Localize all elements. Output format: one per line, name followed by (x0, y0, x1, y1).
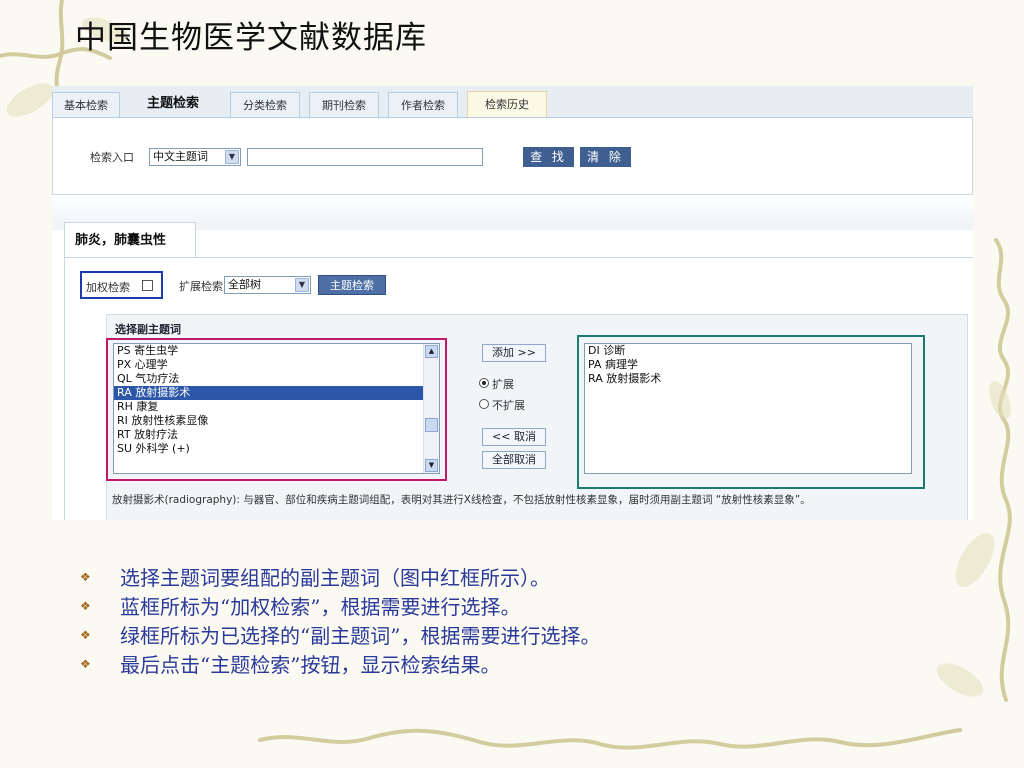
tab-subject-search[interactable]: 主题检索 (134, 91, 212, 117)
diamond-bullet-icon: ❖ (80, 599, 91, 613)
bullet-text: 最后点击“主题检索”按钮，显示检索结果。 (120, 653, 501, 677)
diamond-bullet-icon: ❖ (80, 628, 91, 642)
diamond-bullet-icon: ❖ (80, 657, 91, 671)
tab-basic-search[interactable]: 基本检索 (52, 92, 120, 117)
blue-highlight-frame (80, 271, 163, 299)
expand-radio[interactable] (479, 378, 489, 388)
tab-author-search[interactable]: 作者检索 (388, 92, 458, 117)
subject-search-button[interactable]: 主题检索 (318, 275, 386, 295)
search-input[interactable] (247, 148, 483, 166)
subheading-panel-title: 选择副主题词 (115, 323, 181, 336)
no-expand-radio-label: 不扩展 (492, 399, 525, 412)
cancel-subheading-button[interactable]: << 取消 (482, 428, 546, 446)
chevron-down-icon: ▼ (225, 150, 239, 164)
entry-select-value: 中文主题词 (153, 150, 208, 163)
no-expand-radio[interactable] (479, 399, 489, 409)
selected-term-tab[interactable]: 肺炎，肺囊虫性 (64, 222, 196, 258)
expand-tree-select[interactable]: 全部树 ▼ (224, 276, 311, 294)
red-highlight-frame (106, 338, 447, 481)
subheading-description: 放射摄影术(radiography): 与器官、部位和疾病主题词组配，表明对其进… (112, 494, 811, 506)
chevron-down-icon: ▼ (295, 278, 309, 292)
diamond-bullet-icon: ❖ (80, 570, 91, 584)
slide-title: 中国生物医学文献数据库 (75, 20, 427, 56)
tab-classification-search[interactable]: 分类检索 (230, 92, 300, 117)
expand-search-label: 扩展检索 (179, 280, 223, 293)
database-screenshot: 基本检索 主题检索 分类检索 期刊检索 作者检索 检索历史 检索入口 中文主题词… (52, 86, 973, 520)
green-highlight-frame (577, 335, 925, 489)
expand-radio-label: 扩展 (492, 378, 514, 391)
cancel-all-button[interactable]: 全部取消 (482, 451, 546, 469)
search-tabs: 基本检索 主题检索 分类检索 期刊检索 作者检索 检索历史 (52, 86, 973, 118)
expand-tree-value: 全部树 (228, 278, 261, 291)
find-button[interactable]: 查 找 (523, 147, 574, 167)
bullet-text: 绿框所标为已选择的“副主题词”，根据需要进行选择。 (120, 624, 601, 648)
bullet-text: 蓝框所标为“加权检索”，根据需要进行选择。 (120, 595, 521, 619)
entry-select[interactable]: 中文主题词 ▼ (149, 148, 241, 166)
search-entry-area: 检索入口 中文主题词 ▼ 查 找 清 除 (52, 118, 973, 195)
tab-search-history[interactable]: 检索历史 (467, 91, 547, 117)
tab-journal-search[interactable]: 期刊检索 (309, 92, 379, 117)
add-subheading-button[interactable]: 添加 >> (482, 344, 546, 362)
entry-label: 检索入口 (90, 151, 134, 164)
clear-button[interactable]: 清 除 (580, 147, 631, 167)
bullet-text: 选择主题词要组配的副主题词（图中红框所示）。 (120, 566, 550, 590)
